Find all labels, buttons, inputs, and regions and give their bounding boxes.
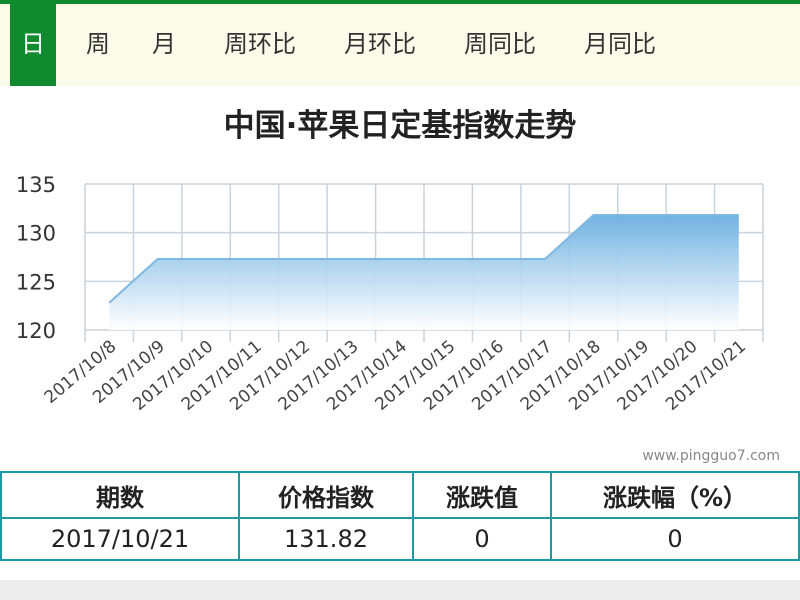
cell-change-percent: 0 [550, 517, 800, 561]
x-axis-ticks: 2017/10/82017/10/92017/10/102017/10/1120… [41, 337, 750, 415]
header-period: 期数 [0, 471, 240, 519]
cell-period: 2017/10/21 [0, 517, 240, 561]
header-change-value: 涨跌值 [412, 471, 552, 519]
y-axis-ticks: 120 125 130 135 [16, 173, 56, 343]
y-tick-label: 120 [16, 319, 56, 343]
y-tick-label: 125 [16, 270, 56, 294]
header-price-index: 价格指数 [238, 471, 414, 519]
cell-change-value: 0 [412, 517, 552, 561]
cell-price-index: 131.82 [238, 517, 414, 561]
footer-band [0, 580, 800, 600]
header-change-percent: 涨跌幅（%） [550, 471, 800, 519]
y-tick-label: 130 [16, 222, 56, 246]
summary-table: 期数 价格指数 涨跌值 涨跌幅（%） 2017/10/21 131.82 0 0 [0, 471, 800, 561]
watermark: www.pingguo7.com [642, 448, 780, 464]
summary-header-row: 期数 价格指数 涨跌值 涨跌幅（%） [0, 471, 800, 519]
table-row: 2017/10/21 131.82 0 0 [0, 517, 800, 561]
index-trend-chart: 120 125 130 135 2017/10/82017/10/92017/10/1… [16, 173, 764, 415]
y-tick-label: 135 [16, 173, 56, 197]
